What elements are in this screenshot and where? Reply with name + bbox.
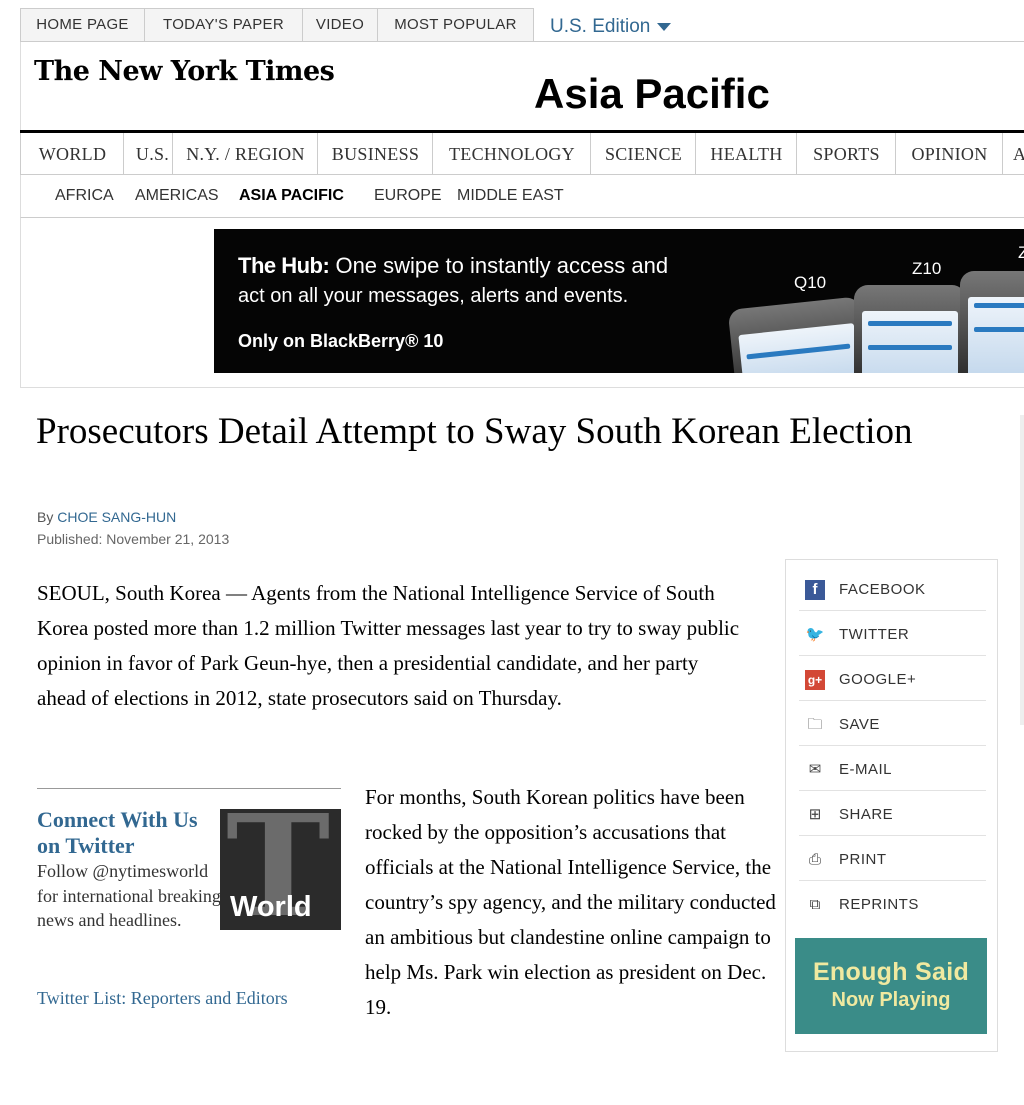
- ad-model-z10: Z10: [912, 259, 942, 278]
- published-date: Published: November 21, 2013: [37, 531, 230, 547]
- share-label: TWITTER: [839, 626, 910, 643]
- nav-science[interactable]: SCIENCE: [590, 133, 696, 175]
- share-email[interactable]: ✉ E-MAIL: [799, 746, 986, 791]
- article-headline: Prosecutors Detail Attempt to Sway South…: [36, 411, 913, 452]
- twitter-promo: Connect With Us on Twitter Follow @nytim…: [37, 788, 341, 1008]
- nav-health[interactable]: HEALTH: [695, 133, 797, 175]
- tab-todays-paper[interactable]: TODAY'S PAPER: [144, 8, 303, 41]
- author-link[interactable]: CHOE SANG-HUN: [57, 509, 176, 525]
- google-plus-icon: g+: [805, 670, 825, 690]
- subnav-europe[interactable]: EUROPE: [374, 187, 442, 205]
- subnav-americas[interactable]: AMERICAS: [135, 187, 219, 205]
- ad-headline: The Hub: One swipe to instantly access a…: [238, 253, 668, 279]
- masthead: The New York Times Asia Pacific: [20, 42, 1024, 132]
- nyt-world-logo[interactable]: T World: [220, 809, 341, 930]
- tab-most-popular[interactable]: MOST POPULAR: [377, 8, 534, 41]
- right-column-edge: [1020, 415, 1024, 725]
- subsection-nav: AFRICA AMERICAS ASIA PACIFIC EUROPE MIDD…: [20, 175, 1024, 218]
- section-nav: WORLD U.S. N.Y. / REGION BUSINESS TECHNO…: [20, 133, 1024, 175]
- share-twitter[interactable]: 🐦 TWITTER: [799, 611, 986, 656]
- video-promo-title: Enough Said: [812, 958, 970, 986]
- video-promo[interactable]: Enough Said Now Playing: [795, 938, 987, 1034]
- nav-technology[interactable]: TECHNOLOGY: [432, 133, 591, 175]
- nav-sports[interactable]: SPORTS: [796, 133, 896, 175]
- tab-home-page[interactable]: HOME PAGE: [20, 8, 145, 41]
- caret-down-icon: [657, 22, 672, 31]
- phone-image-z10-left: [854, 285, 966, 373]
- nav-more[interactable]: A: [1002, 133, 1024, 175]
- edition-selector[interactable]: U.S. Edition: [550, 8, 672, 42]
- share-label: PRINT: [839, 851, 887, 868]
- folder-icon: 🗀: [807, 716, 823, 733]
- byline-prefix: By: [37, 509, 54, 525]
- share-save[interactable]: 🗀 SAVE: [799, 701, 986, 746]
- promo-title[interactable]: Connect With Us on Twitter: [37, 807, 212, 859]
- reprints-icon: ⧉: [809, 896, 821, 913]
- ad-line-1: One swipe to instantly access and: [335, 253, 669, 278]
- envelope-icon: ✉: [808, 761, 822, 778]
- nav-ny-region[interactable]: N.Y. / REGION: [172, 133, 318, 175]
- tab-video[interactable]: VIDEO: [302, 8, 378, 41]
- share-share[interactable]: ⊞ SHARE: [799, 791, 986, 836]
- share-label: FACEBOOK: [839, 581, 926, 598]
- share-google-plus[interactable]: g+ GOOGLE+: [799, 656, 986, 701]
- nav-opinion[interactable]: OPINION: [895, 133, 1003, 175]
- edition-label: U.S. Edition: [550, 16, 651, 37]
- share-label: SHARE: [839, 806, 894, 823]
- printer-icon: ⎙: [808, 851, 821, 868]
- subnav-africa[interactable]: AFRICA: [55, 187, 114, 205]
- plus-box-icon: ⊞: [808, 806, 822, 823]
- phone-image-z10-right: [960, 271, 1024, 373]
- share-reprints[interactable]: ⧉ REPRINTS: [799, 881, 986, 926]
- blackberry-ad[interactable]: The Hub: One swipe to instantly access a…: [214, 229, 1024, 373]
- promo-follow-text: Follow @nytimesworld for international b…: [37, 861, 221, 930]
- nav-business[interactable]: BUSINESS: [317, 133, 433, 175]
- ad-line-2: act on all your messages, alerts and eve…: [238, 285, 629, 307]
- nav-world[interactable]: WORLD: [20, 133, 124, 175]
- section-title: Asia Pacific: [534, 70, 770, 117]
- share-print[interactable]: ⎙ PRINT: [799, 836, 986, 881]
- article-lede: SEOUL, South Korea — Agents from the Nat…: [37, 581, 740, 710]
- twitter-list-link[interactable]: Twitter List: Reporters and Editors: [37, 986, 297, 1011]
- share-label: SAVE: [839, 716, 880, 733]
- world-logo-text: World: [230, 891, 312, 923]
- share-label: REPRINTS: [839, 896, 919, 913]
- share-facebook[interactable]: f FACEBOOK: [799, 566, 986, 611]
- video-promo-subtitle: Now Playing: [831, 989, 951, 1011]
- ad-model-q10: Q10: [794, 273, 827, 292]
- article-paragraph: For months, South Korean politics have b…: [365, 785, 776, 1019]
- twitter-icon: 🐦: [805, 626, 825, 643]
- subnav-asia-pacific[interactable]: ASIA PACIFIC: [239, 187, 344, 205]
- ad-cta: Only on BlackBerry® 10: [238, 331, 444, 351]
- share-label: GOOGLE+: [839, 671, 917, 688]
- nyt-logo[interactable]: The New York Times: [34, 56, 335, 87]
- top-nav: HOME PAGE TODAY'S PAPER VIDEO MOST POPUL…: [20, 8, 1024, 42]
- phone-image-q10: [727, 296, 869, 373]
- ad-brand: The Hub:: [238, 253, 330, 278]
- byline: By CHOE SANG-HUN: [37, 509, 176, 525]
- subnav-middle-east[interactable]: MIDDLE EAST: [457, 187, 564, 205]
- facebook-icon: f: [805, 580, 825, 600]
- ad-model-z: Z: [1018, 243, 1024, 262]
- share-label: E-MAIL: [839, 761, 893, 778]
